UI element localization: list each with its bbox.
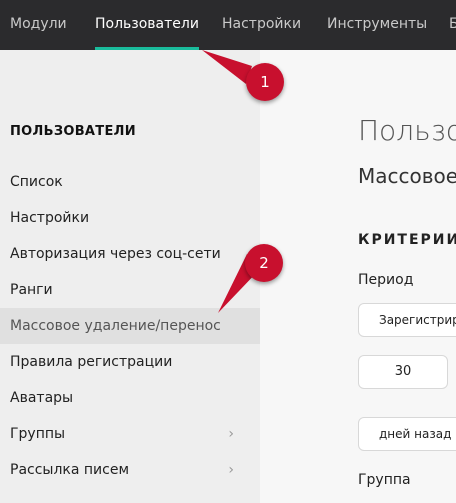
- callout-arrows: [202, 50, 261, 313]
- callout-arrow-1: [202, 50, 252, 84]
- callout-marker-2: 2: [245, 244, 283, 282]
- callout-marker-1: 1: [246, 63, 284, 101]
